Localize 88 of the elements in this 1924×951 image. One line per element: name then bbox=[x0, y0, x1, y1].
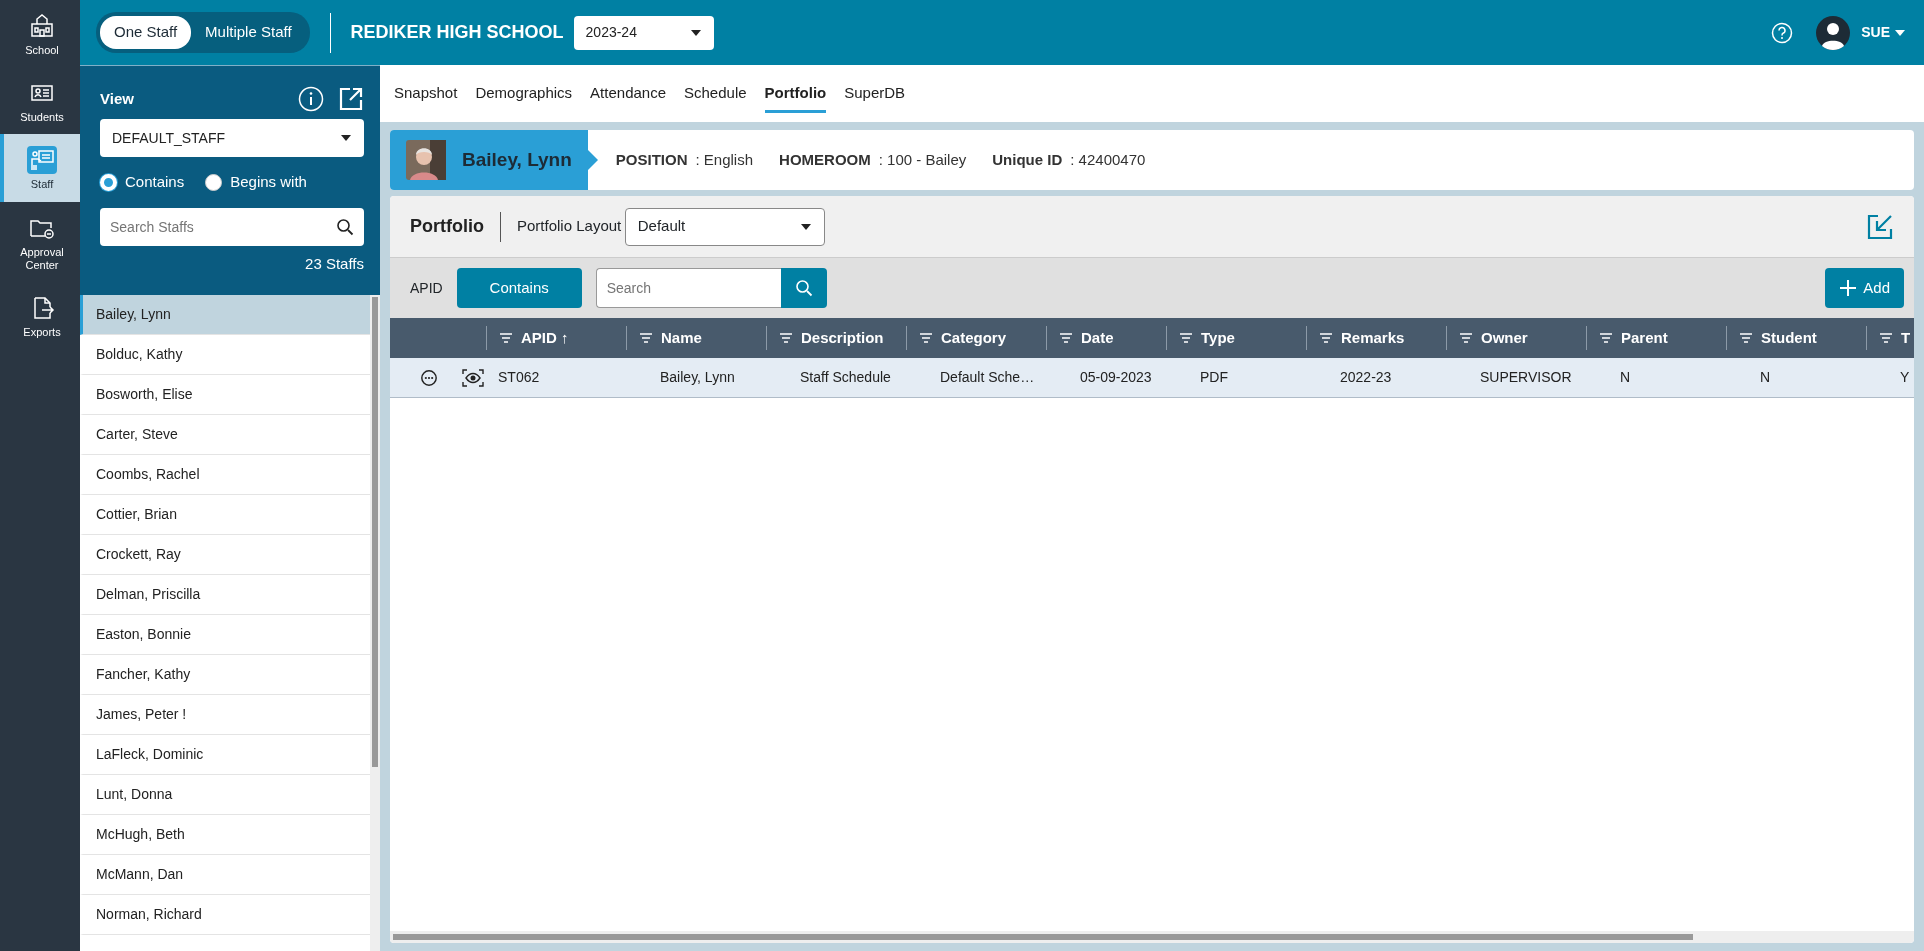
more-options-icon[interactable] bbox=[420, 367, 438, 388]
table-cell-text: Bailey, Lynn bbox=[660, 368, 735, 387]
filter-icon[interactable] bbox=[1319, 332, 1333, 344]
radio-option[interactable]: Begins with bbox=[205, 171, 307, 194]
table-cell-text: N bbox=[1620, 368, 1631, 387]
column-header[interactable]: Parent bbox=[1621, 326, 1668, 350]
table-row[interactable]: ST062 Bailey, Lynn Staff Schedule Default Sche… 05-09-2023 PDF 2022-23 SUPERVISOR N N Y bbox=[390, 358, 1914, 398]
caret-icon bbox=[340, 134, 352, 142]
search-icon[interactable] bbox=[336, 217, 354, 236]
collapse-icon[interactable] bbox=[1866, 212, 1894, 241]
field-value: : English bbox=[695, 149, 754, 170]
tab[interactable]: Snapshot bbox=[394, 74, 458, 113]
filter-label: APID bbox=[410, 278, 443, 298]
user-name[interactable]: SUE bbox=[1861, 22, 1890, 43]
column-header[interactable]: Owner bbox=[1481, 326, 1528, 350]
field-value: : 42400470 bbox=[1070, 149, 1146, 170]
table-cell-text: 2022-23 bbox=[1340, 368, 1392, 387]
search-button[interactable] bbox=[780, 268, 827, 308]
filter-icon[interactable] bbox=[1179, 332, 1193, 344]
nav-item[interactable]: Exports bbox=[0, 281, 80, 350]
staff-count: 23 Staffs bbox=[305, 254, 364, 272]
add-button[interactable]: Add bbox=[1825, 268, 1904, 308]
teacher-board-icon bbox=[27, 146, 57, 175]
external-link-icon[interactable] bbox=[338, 86, 364, 112]
eye-icon[interactable] bbox=[462, 368, 484, 387]
nav-item[interactable]: Staff bbox=[0, 134, 80, 202]
nav-item[interactable]: Approval Center bbox=[0, 201, 80, 282]
horizontal-scrollbar[interactable] bbox=[390, 931, 1914, 943]
table-cell-text: N bbox=[1760, 368, 1771, 387]
toggle-option[interactable]: One Staff bbox=[100, 16, 192, 49]
caret-icon bbox=[689, 28, 702, 37]
field-label: Unique ID bbox=[992, 149, 1063, 170]
filter-icon[interactable] bbox=[779, 332, 793, 344]
column-header[interactable]: Type bbox=[1201, 326, 1235, 350]
view-select[interactable]: DEFAULT_STAFF bbox=[100, 119, 364, 157]
nav-item[interactable]: School bbox=[0, 0, 80, 68]
table-cell-text: Default Sche… bbox=[940, 368, 1035, 387]
filter-mode-button[interactable]: Contains bbox=[456, 268, 582, 308]
filter-icon[interactable] bbox=[499, 332, 513, 344]
layout-select[interactable]: Default bbox=[624, 207, 825, 246]
field-label: POSITION bbox=[615, 149, 688, 170]
staff-list-item[interactable]: Bailey, Lynn bbox=[80, 295, 370, 335]
caret-icon bbox=[799, 222, 812, 231]
filter-icon[interactable] bbox=[639, 332, 653, 344]
table-cell-text: Y bbox=[1900, 368, 1910, 387]
layout-label: Portfolio Layout bbox=[517, 216, 622, 237]
section-title: Portfolio bbox=[410, 215, 484, 238]
toggle-option[interactable]: Multiple Staff bbox=[191, 16, 306, 49]
year-select[interactable]: 2023-24 bbox=[573, 15, 714, 50]
search-field[interactable]: Search Staffs bbox=[100, 207, 364, 246]
filter-icon[interactable] bbox=[919, 332, 933, 344]
search-field[interactable]: Search bbox=[595, 268, 781, 308]
avatar-icon[interactable] bbox=[1815, 14, 1852, 51]
staff-name: Bailey, Lynn bbox=[462, 147, 572, 172]
mode-toggle[interactable]: One Staff Multiple Staff bbox=[96, 12, 310, 53]
plus-icon bbox=[1839, 279, 1858, 297]
column-header[interactable]: Student bbox=[1761, 326, 1817, 350]
filter-icon[interactable] bbox=[1599, 332, 1613, 344]
search-icon bbox=[794, 279, 813, 297]
table-cell-text: ST062 bbox=[498, 368, 540, 387]
tab[interactable]: SuperDB bbox=[844, 74, 906, 113]
tab[interactable]: Attendance bbox=[590, 74, 666, 113]
column-header[interactable]: Name bbox=[661, 326, 702, 350]
help-icon[interactable] bbox=[1771, 21, 1794, 44]
column-header[interactable]: Remarks bbox=[1341, 326, 1405, 350]
column-header[interactable]: Category bbox=[941, 326, 1007, 350]
table-cell-text: SUPERVISOR bbox=[1480, 368, 1572, 387]
filter-icon[interactable] bbox=[1059, 332, 1073, 344]
school-name: REDIKER HIGH SCHOOL bbox=[350, 21, 564, 44]
field-label: HOMEROOM bbox=[779, 149, 871, 170]
column-header[interactable]: Description bbox=[801, 326, 884, 350]
info-icon[interactable] bbox=[298, 86, 324, 112]
filter-icon[interactable] bbox=[1879, 332, 1893, 344]
nav-item[interactable]: Students bbox=[0, 67, 80, 135]
table-cell-text: Staff Schedule bbox=[800, 368, 891, 387]
tab[interactable]: Schedule bbox=[684, 74, 747, 113]
filter-icon[interactable] bbox=[1739, 332, 1753, 344]
table-cell-text: PDF bbox=[1200, 368, 1228, 387]
radio-option[interactable]: Contains bbox=[100, 171, 185, 194]
filter-icon[interactable] bbox=[1459, 332, 1473, 344]
field-value: : 100 - Bailey bbox=[878, 149, 967, 170]
column-header[interactable]: APID ↑ bbox=[521, 326, 569, 350]
column-header[interactable]: T bbox=[1901, 326, 1911, 350]
tab[interactable]: Demographics bbox=[475, 74, 573, 113]
view-label: View bbox=[100, 88, 135, 109]
column-header[interactable]: Date bbox=[1081, 326, 1114, 350]
tab[interactable]: Portfolio bbox=[764, 74, 827, 113]
table-cell-text: 05-09-2023 bbox=[1080, 368, 1152, 387]
